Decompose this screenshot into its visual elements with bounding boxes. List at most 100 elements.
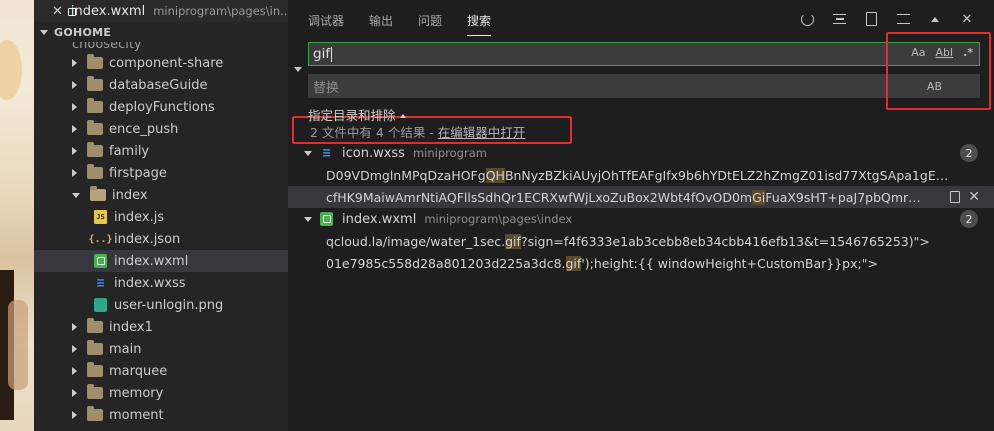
tree-item-folder[interactable]: main xyxy=(34,338,288,360)
close-icon[interactable]: ✕ xyxy=(52,4,63,19)
folder-icon xyxy=(87,164,103,179)
collapse-all-button[interactable] xyxy=(894,10,912,28)
tree-item-folder[interactable]: marquee xyxy=(34,360,288,382)
file-explorer: ✕ index.wxml miniprogram\pages\in... GOH… xyxy=(34,0,288,431)
tree-item-file-selected[interactable]: index.wxml xyxy=(34,250,288,272)
open-editor-name: index.wxml xyxy=(70,3,146,19)
tab-problems[interactable]: 问题 xyxy=(418,2,442,37)
new-file-icon xyxy=(865,12,877,26)
chevron-right-icon xyxy=(72,147,77,155)
search-input-value: gif xyxy=(313,46,331,62)
tree-item-folder[interactable]: deployFunctions xyxy=(34,96,288,118)
search-results: ≡ icon.wxss miniprogram 2 D09VDmglnMPqDz… xyxy=(288,142,994,274)
match-count-badge: 2 xyxy=(960,210,978,228)
dismiss-icon[interactable]: ✕ xyxy=(968,189,980,205)
refresh-button[interactable] xyxy=(798,10,816,28)
folder-icon xyxy=(87,318,103,333)
chevron-down-icon xyxy=(40,29,48,35)
tree-item-folder[interactable]: memory xyxy=(34,382,288,404)
json-file-icon: {..} xyxy=(88,233,113,245)
tree-item-folder[interactable]: databaseGuide xyxy=(34,74,288,96)
result-file-name: index.wxml xyxy=(342,211,417,227)
tree-item-folder[interactable]: index1 xyxy=(34,316,288,338)
search-toolbar: ✕ xyxy=(798,10,976,28)
chevron-up-icon xyxy=(931,16,939,22)
new-search-editor-button[interactable] xyxy=(862,10,880,28)
collapse-icon xyxy=(896,14,910,24)
open-in-editor-link[interactable]: 在编辑器中打开 xyxy=(438,125,526,140)
toggle-replace-chevron-icon[interactable] xyxy=(294,67,302,72)
annotation-box-options xyxy=(886,32,991,110)
tree-item-file[interactable]: {..} index.json xyxy=(34,228,288,250)
tree-item-folder-open[interactable]: index xyxy=(34,184,288,206)
result-file-row[interactable]: ≡ icon.wxss miniprogram 2 xyxy=(288,142,994,164)
wxss-file-icon: ≡ xyxy=(322,145,331,161)
chevron-right-icon xyxy=(72,345,77,353)
tab-debugger[interactable]: 调试器 xyxy=(308,2,344,37)
tree-item-folder[interactable]: firstpage xyxy=(34,162,288,184)
folder-icon xyxy=(87,340,103,355)
tree-item-file[interactable]: ≡ index.wxss xyxy=(34,272,288,294)
file-tree: choosecity component-share databaseGuide… xyxy=(34,42,288,426)
tree-item-folder[interactable]: moment xyxy=(34,404,288,426)
clear-icon xyxy=(832,14,846,24)
result-file-row[interactable]: index.wxml miniprogram\pages\index 2 xyxy=(288,208,994,230)
chevron-right-icon xyxy=(72,125,77,133)
section-title: GOHOME xyxy=(54,25,112,39)
folder-icon xyxy=(87,142,103,157)
match-count-badge: 2 xyxy=(960,144,978,162)
folder-icon xyxy=(87,120,103,135)
folder-icon xyxy=(87,384,103,399)
wxml-file-icon xyxy=(320,212,333,226)
explorer-section-header[interactable]: GOHOME xyxy=(34,22,288,42)
chevron-right-icon xyxy=(72,81,77,89)
search-input[interactable]: gif Aa Abl .* xyxy=(308,42,980,66)
chevron-down-icon xyxy=(72,192,80,198)
chevron-down-icon xyxy=(304,216,312,222)
maximize-panel-button[interactable] xyxy=(926,10,944,28)
result-file-name: icon.wxss xyxy=(342,145,405,161)
tab-output[interactable]: 输出 xyxy=(369,2,393,37)
chevron-down-icon xyxy=(304,150,312,156)
replace-icon[interactable] xyxy=(950,191,961,203)
chevron-right-icon xyxy=(72,103,77,111)
result-match-row[interactable]: qcloud.la/image/water_1sec.gif?sign=f4f6… xyxy=(288,230,994,252)
chevron-up-icon xyxy=(399,114,406,118)
image-file-icon xyxy=(94,298,107,312)
folder-icon xyxy=(87,406,103,421)
result-file-path: miniprogram\pages\index xyxy=(424,212,573,226)
close-icon: ✕ xyxy=(961,11,973,27)
wxss-file-icon: ≡ xyxy=(96,275,105,291)
folder-icon xyxy=(87,54,103,69)
search-panel: 调试器 输出 问题 搜索 ✕ gif Aa Abl .* 替换 AB 指定目录和… xyxy=(288,0,994,431)
result-match-row-selected[interactable]: cfHK9MaiwAmrNtiAQFllsSdhQr1ECRXwfWjLxoZu… xyxy=(288,186,994,208)
tree-item-cut[interactable]: choosecity xyxy=(34,42,288,52)
chevron-right-icon xyxy=(72,389,77,397)
result-match-row[interactable]: 01e7985c558d28a801203d225a3dc8.gif');hei… xyxy=(288,252,994,274)
tree-item-folder[interactable]: family xyxy=(34,140,288,162)
clear-results-button[interactable] xyxy=(830,10,848,28)
js-file-icon: JS xyxy=(94,210,107,224)
chevron-right-icon xyxy=(72,59,77,67)
tree-item-file[interactable]: user-unlogin.png xyxy=(34,294,288,316)
refresh-icon xyxy=(800,12,814,26)
tree-item-file[interactable]: JS index.js xyxy=(34,206,288,228)
result-match-row[interactable]: D09VDmglnMPqDzaHOFgQHBnNyzBZkiAUyjOhTfEA… xyxy=(288,164,994,186)
tab-search[interactable]: 搜索 xyxy=(467,2,492,36)
background-photo-strip xyxy=(0,0,34,431)
results-summary: 2 文件中有 4 个结果 - 在编辑器中打开 xyxy=(310,125,526,140)
result-file-path: miniprogram xyxy=(412,146,487,160)
open-editor-tab[interactable]: ✕ index.wxml miniprogram\pages\in... xyxy=(34,0,288,22)
folder-icon xyxy=(87,362,103,377)
close-panel-button[interactable]: ✕ xyxy=(958,10,976,28)
replace-placeholder: 替换 xyxy=(313,80,340,96)
text-cursor xyxy=(331,46,333,62)
open-editor-path: miniprogram\pages\in... xyxy=(153,4,288,18)
chevron-right-icon xyxy=(72,169,77,177)
folder-open-icon xyxy=(90,186,106,201)
chevron-right-icon xyxy=(72,323,77,331)
tree-item-folder[interactable]: ence_push xyxy=(34,118,288,140)
chevron-right-icon xyxy=(72,411,77,419)
replace-input[interactable]: 替换 AB xyxy=(308,74,980,98)
tree-item-folder[interactable]: component-share xyxy=(34,52,288,74)
